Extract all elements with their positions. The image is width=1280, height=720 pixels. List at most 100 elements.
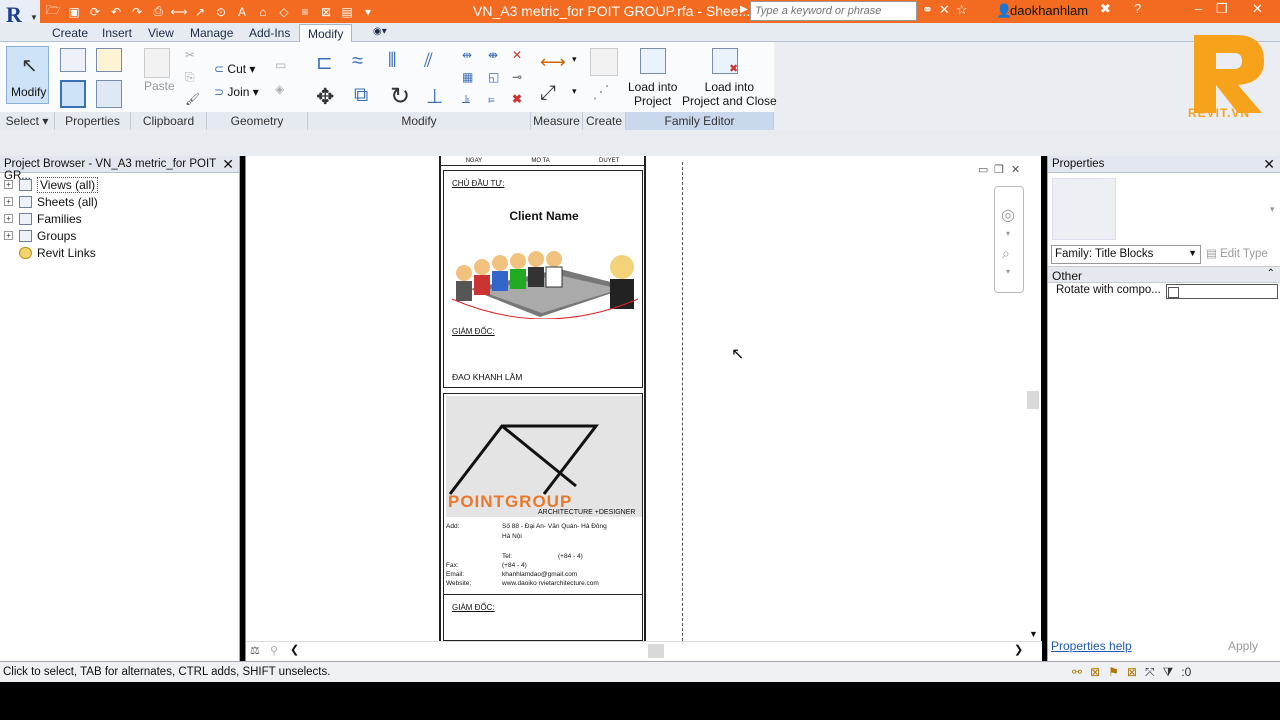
drag-elements-icon[interactable]: ⤧ — [1145, 665, 1155, 680]
wall-joins-icon[interactable]: ▭ — [275, 58, 286, 72]
type-selector-chevron-icon[interactable]: ▾ — [1270, 204, 1275, 215]
cut-button[interactable]: ⊂ Cut ▾ — [214, 58, 259, 81]
horizontal-scrollbar[interactable]: ⚖ ⚲ ❮ ❯ — [246, 641, 1042, 661]
redo-icon[interactable]: ↷ — [128, 3, 146, 21]
edit-type-button[interactable]: ▤ Edit Type — [1206, 246, 1268, 260]
search-expand-icon[interactable]: ▶ — [740, 4, 748, 15]
split-face-icon[interactable]: ◈ — [275, 82, 284, 96]
modify-button[interactable]: ↖ Modify — [6, 46, 49, 104]
apply-button[interactable]: Apply — [1211, 636, 1275, 656]
subscription-icon[interactable]: ✕ — [939, 2, 950, 18]
undo-icon[interactable]: ↶ — [107, 3, 125, 21]
family-type-select[interactable]: Family: Title Blocks ▼ — [1051, 245, 1201, 264]
properties-help-link[interactable]: Properties help — [1051, 639, 1132, 653]
trim-single-icon[interactable]: ⫢ — [488, 92, 495, 107]
tag-icon[interactable]: ⊙ — [212, 3, 230, 21]
unpin-icon[interactable]: ✕ — [512, 48, 522, 62]
load-into-project-close-button[interactable]: Load into Project and Close — [682, 80, 777, 108]
tree-item-sheets[interactable]: + Sheets (all) — [4, 193, 98, 210]
sync-icon[interactable]: ⟳ — [86, 3, 104, 21]
collapse-icon[interactable]: ⌃ — [1267, 268, 1275, 279]
restore-view-icon[interactable]: ❐ — [994, 163, 1004, 176]
create-similar-icon[interactable]: ⋰ — [592, 82, 610, 103]
detail-level-icon[interactable]: ⚲ — [270, 644, 278, 657]
restore-icon[interactable]: ❐ — [1216, 1, 1228, 17]
section-icon[interactable]: ◇ — [275, 3, 293, 21]
paste-icon[interactable] — [144, 48, 170, 78]
chevron-down-icon[interactable]: ▾ — [572, 54, 577, 65]
copy-icon[interactable]: ⎘ — [185, 70, 195, 85]
steering-wheel-icon[interactable]: ◎ — [1001, 205, 1015, 225]
expand-icon[interactable]: + — [4, 197, 13, 206]
tab-view[interactable]: View — [140, 24, 182, 42]
copy-element-icon[interactable]: ⧉ — [354, 84, 368, 107]
ribbon-options-icon[interactable]: ◉▾ — [365, 24, 395, 42]
filter-icon[interactable]: ⧩ — [1163, 665, 1174, 680]
scale-icon[interactable]: ⚖ — [250, 644, 260, 657]
scale-icon[interactable]: ◱ — [488, 70, 499, 84]
tab-add-ins[interactable]: Add-Ins — [241, 24, 298, 42]
vertical-scroll-thumb[interactable] — [1027, 391, 1039, 409]
tab-modify[interactable]: Modify — [299, 24, 353, 42]
close-window-icon[interactable]: ✕ — [1252, 1, 1263, 17]
close-hidden-icon[interactable]: ⊠ — [317, 3, 335, 21]
help-icon[interactable]: ? — [1134, 1, 1141, 16]
cut-small-icon[interactable]: ✂ — [185, 48, 195, 62]
split-gap-icon[interactable]: ⇼ — [488, 48, 498, 62]
scroll-down-icon[interactable]: ▼ — [1029, 629, 1038, 639]
open-icon[interactable]: 🗁 — [44, 3, 62, 21]
load-into-project-button[interactable]: Load into Project — [628, 80, 677, 108]
chevron-down-icon[interactable]: ▾ — [1006, 267, 1010, 276]
paste-label[interactable]: Paste — [144, 79, 175, 93]
offset-icon[interactable]: ≈ — [352, 50, 363, 73]
close-icon[interactable]: ✕ — [1263, 156, 1275, 173]
move-icon[interactable]: ✥ — [316, 84, 334, 110]
tab-create[interactable]: Create — [44, 24, 96, 42]
family-category-icon[interactable] — [96, 80, 122, 108]
rotate-with-component-checkbox[interactable] — [1168, 287, 1179, 298]
trim-extend-icon[interactable]: ⊥ — [426, 84, 443, 109]
tree-item-views[interactable]: + Views (all) — [4, 176, 99, 193]
create-group-icon[interactable] — [590, 48, 618, 76]
mirror-axis-icon[interactable]: ⫴ — [388, 50, 396, 73]
tree-item-families[interactable]: + Families — [4, 210, 82, 227]
chevron-down-icon[interactable]: ▾ — [572, 86, 577, 97]
print-icon[interactable]: ⎙ — [149, 3, 167, 21]
delete-icon[interactable]: ✖ — [512, 92, 522, 106]
tab-manage[interactable]: Manage — [182, 24, 241, 42]
panel-select[interactable]: Select ▾ — [0, 112, 55, 130]
expand-icon[interactable]: + — [4, 180, 13, 189]
measure-distance-icon[interactable]: ⟷ — [540, 52, 566, 73]
select-pinned-icon[interactable]: ⚑ — [1108, 665, 1119, 680]
align-icon[interactable]: ⊏ — [316, 50, 333, 75]
horizontal-scroll-thumb[interactable] — [648, 644, 664, 658]
expand-icon[interactable]: + — [4, 231, 13, 240]
measure-icon[interactable]: ⟷ — [170, 3, 188, 21]
mirror-draw-icon[interactable]: ⫽ — [424, 50, 433, 73]
rotate-icon[interactable]: ↻ — [390, 82, 410, 111]
search-input[interactable] — [750, 1, 917, 21]
property-group-other[interactable]: Other ⌃ — [1048, 266, 1280, 283]
load-into-project-icon[interactable] — [640, 48, 666, 74]
select-by-face-icon[interactable]: ⊠ — [1127, 665, 1137, 680]
scroll-right-icon[interactable]: ❯ — [1014, 643, 1023, 656]
array-icon[interactable]: ▦ — [462, 70, 473, 84]
exchange-icon[interactable]: ✖ — [1100, 1, 1111, 17]
family-types-icon[interactable] — [96, 48, 122, 72]
split-icon[interactable]: ⇹ — [462, 48, 472, 62]
3d-view-icon[interactable]: ⌂ — [254, 3, 272, 21]
username[interactable]: daokhanhlam — [1010, 3, 1088, 18]
binoculars-icon[interactable]: ⚭ — [922, 2, 933, 18]
properties-icon[interactable] — [60, 80, 86, 108]
text-icon[interactable]: A — [233, 3, 251, 21]
customize-qat-icon[interactable]: ▾ — [359, 3, 377, 21]
dimension-icon[interactable]: ↗ — [191, 3, 209, 21]
expand-icon[interactable]: + — [4, 214, 13, 223]
join-button[interactable]: ⊃ Join ▾ — [214, 81, 259, 104]
save-icon[interactable]: ▣ — [65, 3, 83, 21]
scroll-left-icon[interactable]: ❮ — [290, 643, 299, 656]
drawing-canvas[interactable]: NGAY MO TA DUYET CHỦ ĐẦU TƯ: Client Name… — [245, 156, 1042, 661]
minimize-icon[interactable]: – — [1195, 1, 1202, 16]
pin-icon[interactable]: ⊸ — [512, 70, 522, 84]
vertical-scrollbar[interactable]: ▼ — [1027, 161, 1039, 641]
